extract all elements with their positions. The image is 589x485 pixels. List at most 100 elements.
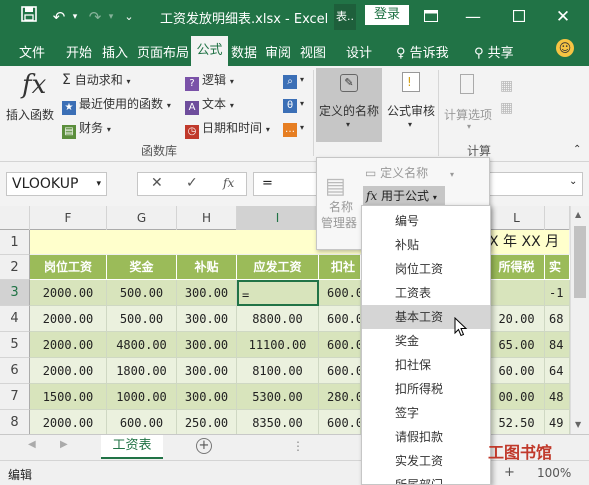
tab-view[interactable]: 视图	[300, 42, 326, 61]
table-cell[interactable]: 300.00	[177, 306, 237, 332]
menu-item[interactable]: 实发工资	[362, 449, 490, 473]
active-cell[interactable]: =	[237, 280, 319, 306]
table-cell[interactable]: 600.0	[319, 332, 361, 358]
column-header[interactable]: G	[107, 206, 177, 230]
table-cell[interactable]: 1500.00	[30, 384, 107, 410]
cancel-icon[interactable]: ✕	[151, 175, 163, 191]
ribbon-display-icon[interactable]	[420, 6, 442, 28]
menu-item[interactable]: 编号	[362, 209, 490, 233]
close-icon[interactable]: ✕	[552, 6, 574, 28]
sheet-options-icon[interactable]: ⋮	[292, 439, 304, 453]
enter-check-icon[interactable]: ✓	[186, 175, 198, 191]
maximize-icon[interactable]	[508, 6, 530, 28]
chevron-down-icon[interactable]: ▾	[96, 173, 101, 195]
table-cell[interactable]: 300.00	[177, 280, 237, 306]
undo-dropdown-icon[interactable]: ▾	[64, 6, 86, 28]
menu-item[interactable]: 补贴	[362, 233, 490, 257]
table-cell[interactable]: 300.00	[177, 358, 237, 384]
row-header[interactable]: 3	[0, 280, 30, 306]
share-button[interactable]: ⚲ 共享	[474, 42, 514, 61]
calc-now-icon[interactable]: ▦	[500, 78, 513, 94]
next-sheet-icon[interactable]: ▶	[60, 439, 68, 450]
tab-data[interactable]: 数据	[231, 42, 257, 61]
minimize-icon[interactable]: —	[462, 6, 484, 28]
save-icon[interactable]	[18, 6, 40, 28]
sheet-tab-active[interactable]: 工资表	[101, 435, 163, 459]
text-button[interactable]: A 文本 ▾	[185, 95, 234, 115]
menu-item[interactable]: 基本工资	[362, 305, 490, 329]
table-cell[interactable]: 500.00	[107, 306, 177, 332]
tab-formulas[interactable]: 公式	[191, 36, 228, 66]
menu-item[interactable]: 岗位工资	[362, 257, 490, 281]
tab-file[interactable]: 文件	[19, 42, 45, 61]
table-cell[interactable]: 20.00	[489, 306, 545, 332]
select-all-corner[interactable]	[0, 206, 30, 230]
menu-item[interactable]: 扣所得税	[362, 377, 490, 401]
table-cell[interactable]: 64	[545, 358, 570, 384]
header-cell[interactable]: 应发工资	[237, 255, 319, 280]
header-cell[interactable]: 岗位工资	[30, 255, 107, 280]
menu-item[interactable]: 请假扣款	[362, 425, 490, 449]
vertical-scrollbar[interactable]: ▲ ▼	[570, 206, 589, 434]
table-cell[interactable]: 300.00	[177, 332, 237, 358]
table-cell[interactable]: 600.00	[107, 410, 177, 434]
table-cell[interactable]: 8800.00	[237, 306, 319, 332]
table-cell[interactable]: 600.0	[319, 306, 361, 332]
table-cell[interactable]: 300.00	[177, 384, 237, 410]
row-header[interactable]: 5	[0, 332, 30, 358]
expand-formula-icon[interactable]: ⌄	[569, 176, 577, 187]
scroll-thumb[interactable]	[574, 226, 586, 298]
smiley-feedback-icon[interactable]: ☺	[556, 39, 574, 57]
menu-item[interactable]: 签字	[362, 401, 490, 425]
calc-options-button[interactable]: 计算选项 ▾	[443, 68, 495, 142]
zoom-in-icon[interactable]: +	[504, 465, 515, 480]
table-cell[interactable]: 2000.00	[30, 410, 107, 434]
name-manager-label-2[interactable]: 管理器	[321, 214, 357, 231]
header-cell[interactable]: 补贴	[177, 255, 237, 280]
table-cell[interactable]: 2000.00	[30, 358, 107, 384]
login-button[interactable]: 登录	[365, 5, 409, 25]
insert-fx-icon[interactable]: fx	[223, 176, 234, 190]
recent-functions-button[interactable]: ★ 最近使用的函数 ▾	[62, 95, 171, 115]
table-cell[interactable]: 280.0	[319, 384, 361, 410]
header-cell[interactable]: 所得税	[489, 255, 545, 280]
table-cell[interactable]: 600.0	[319, 280, 361, 306]
table-cell[interactable]: 65.00	[489, 332, 545, 358]
header-cell[interactable]: 奖金	[107, 255, 177, 280]
header-cell[interactable]: 实	[545, 255, 570, 280]
more-functions-button[interactable]: … ▾	[283, 119, 304, 137]
table-cell[interactable]: 68	[545, 306, 570, 332]
collapse-ribbon-icon[interactable]: ⌃	[573, 144, 581, 155]
fx-large-icon[interactable]: fx	[22, 70, 46, 100]
zoom-level[interactable]: 100%	[537, 466, 571, 480]
table-cell[interactable]: 11100.00	[237, 332, 319, 358]
table-cell[interactable]: 4800.00	[107, 332, 177, 358]
customize-toolbar-icon[interactable]: ⌄	[118, 6, 140, 28]
table-cell[interactable]	[489, 280, 545, 306]
menu-item[interactable]: 所属部门	[362, 473, 490, 484]
scroll-up-icon[interactable]: ▲	[575, 210, 581, 219]
table-cell[interactable]: 2000.00	[30, 280, 107, 306]
calc-sheet-icon[interactable]: ▦	[500, 100, 513, 116]
table-cell[interactable]: 49	[545, 410, 570, 434]
table-cell[interactable]: 500.00	[107, 280, 177, 306]
menu-item[interactable]: 工资表	[362, 281, 490, 305]
formula-auditing-button[interactable]: ! 公式审核 ▾	[386, 68, 436, 142]
table-cell[interactable]: -1	[545, 280, 570, 306]
column-header[interactable]: F	[30, 206, 107, 230]
lookup-button[interactable]: ⌕ ▾	[283, 71, 304, 89]
table-cell[interactable]: 5300.00	[237, 384, 319, 410]
use-in-formula-button[interactable]: fx 用于公式 ▾	[363, 186, 445, 206]
menu-item[interactable]: 奖金	[362, 329, 490, 353]
column-header[interactable]: H	[177, 206, 237, 230]
table-cell[interactable]: 600.0	[319, 410, 361, 434]
table-cell[interactable]: 48	[545, 384, 570, 410]
table-cell[interactable]: 250.00	[177, 410, 237, 434]
logical-button[interactable]: ? 逻辑 ▾	[185, 71, 234, 91]
prev-sheet-icon[interactable]: ◀	[28, 439, 36, 450]
row-header[interactable]: 7	[0, 384, 30, 410]
table-cell[interactable]: 00.00	[489, 384, 545, 410]
datetime-button[interactable]: ◷ 日期和时间 ▾	[185, 119, 270, 139]
header-cell[interactable]: 扣社	[319, 255, 361, 280]
table-cell[interactable]: 1000.00	[107, 384, 177, 410]
